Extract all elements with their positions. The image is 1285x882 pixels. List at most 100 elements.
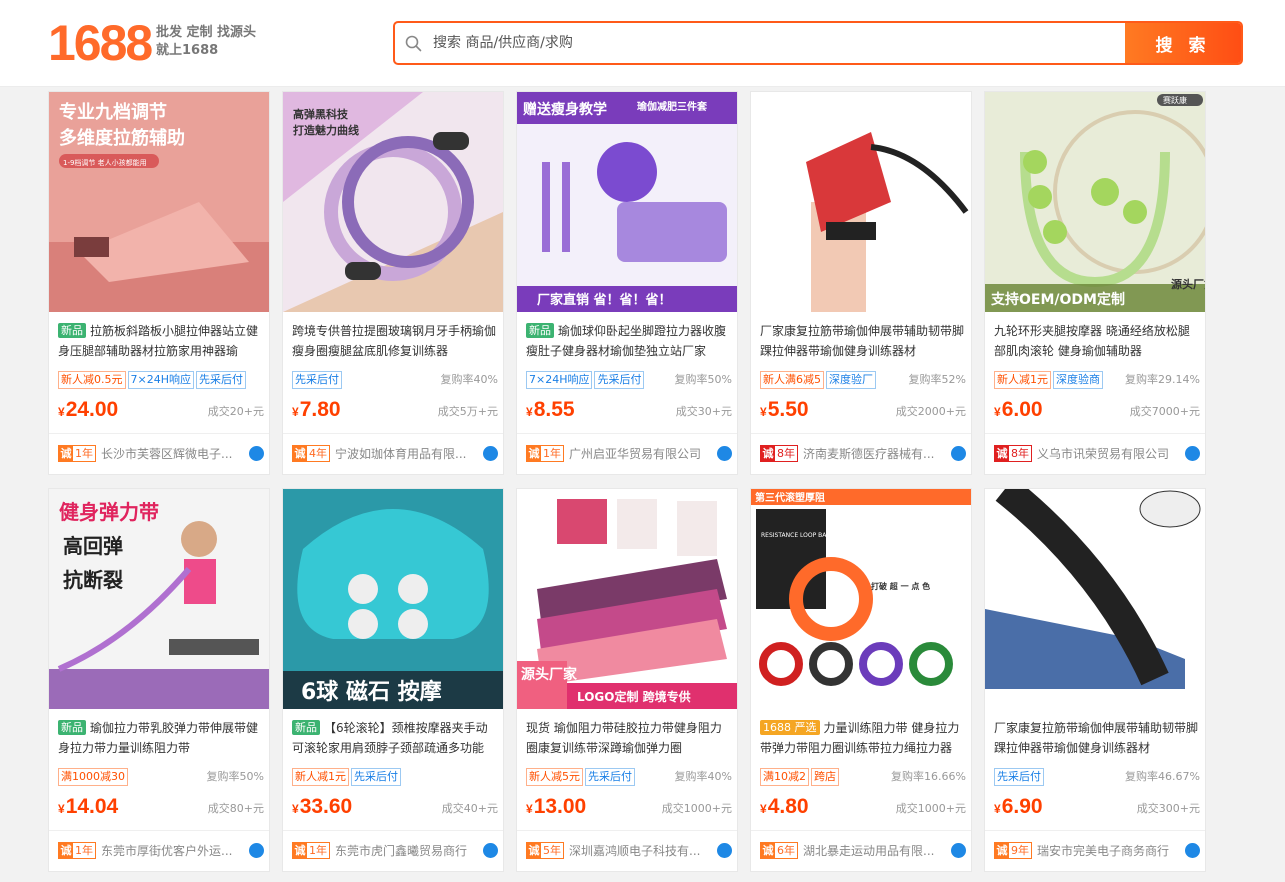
seller-name[interactable]: 瑞安市完美电子商务商行 [1037,842,1169,860]
price-row: ¥14.04 成交80+元 [58,794,264,820]
promo-tags: 新人减5元 先采后付 复购率40% [526,768,732,786]
chat-icon[interactable] [249,843,264,858]
seller-row[interactable]: 诚 8年 济南麦斯德医疗器械有... [760,445,966,463]
product-card-6[interactable]: 健身弹力带 高回弹 抗断裂 新品 瑜伽拉力带乳胶弹力带伸展带健身拉力带力量训练阻力带 … [48,488,270,872]
product-image[interactable]: 第三代滚塑厚阻 RESISTANCE LOOP BAND 打破 超 一 点 色 [751,489,971,709]
promo-tag: 满10减2 [760,768,809,786]
product-image[interactable]: 源头厂家 LOGO定制 跨境专供 [517,489,737,709]
promo-tag: 满1000减30 [58,768,128,786]
product-title[interactable]: 1688 严选 力量训练阻力带 健身拉力带弹力带阻力圈训练带拉力绳拉力器 [760,718,966,760]
repurchase-rate: 复购率16.66% [891,770,966,783]
seller-row[interactable]: 诚 1年 长沙市芙蓉区辉微电子... [58,445,264,463]
product-image[interactable]: 赠送瘦身教学 瑜伽减肥三件套 厂家直销 省！省！省！ [517,92,737,312]
sales-volume: 成交300+元 [1136,802,1200,815]
seller-name[interactable]: 深圳嘉鸿顺电子科技有... [569,842,700,860]
product-title[interactable]: 新品 【6轮滚轮】颈椎按摩器夹手动可滚轮家用肩颈脖子颈部疏通多功能 [292,718,498,760]
promo-tags: 满10减2 跨店 复购率16.66% [760,768,966,786]
seller-name[interactable]: 湖北暴走运动用品有限... [803,842,934,860]
logo[interactable]: 1688 [48,16,153,70]
product-card-3[interactable]: 赠送瘦身教学 瑜伽减肥三件套 厂家直销 省！省！省！ 新品 瑜伽球仰卧起坐脚蹬拉力器收… [516,91,738,475]
slogan-line1: 批发 定制 找源头 [156,25,257,40]
product-price: ¥7.80 [292,398,341,421]
seller-name[interactable]: 济南麦斯德医疗器械有... [803,445,934,463]
product-image[interactable] [985,489,1205,709]
divider [751,830,971,831]
product-title-text: 瑜伽拉力带乳胶弹力带伸展带健身拉力带力量训练阻力带 [58,721,259,755]
chat-icon[interactable] [717,446,732,461]
image-caption: 多维度拉筋辅助 [59,127,185,149]
sales-volume: 成交7000+元 [1129,405,1200,418]
product-card-2[interactable]: 高弹黑科技 打造魅力曲线 跨境专供普拉提圈玻璃钢月牙手柄瑜伽瘦身圈瘦腿盆底肌修复训… [282,91,504,475]
product-card-9[interactable]: 第三代滚塑厚阻 RESISTANCE LOOP BAND 打破 超 一 点 色 16… [750,488,972,872]
seller-row[interactable]: 诚 5年 深圳嘉鸿顺电子科技有... [526,842,732,860]
search-button[interactable]: 搜 索 [1125,23,1241,63]
seller-row[interactable]: 诚 1年 广州启亚华贸易有限公司 [526,445,732,463]
price-row: ¥33.60 成交40+元 [292,794,498,820]
repurchase-rate: 复购率52% [908,373,966,386]
chat-icon[interactable] [717,843,732,858]
seller-row[interactable]: 诚 6年 湖北暴走运动用品有限... [760,842,966,860]
seller-name[interactable]: 长沙市芙蓉区辉微电子... [101,445,232,463]
product-image[interactable]: 支持OEM/ODM定制 源头厂货 赛跃康 [985,92,1205,312]
chat-icon[interactable] [1185,446,1200,461]
image-caption: 高回弹 [63,534,123,558]
product-title-text: 【6轮滚轮】颈椎按摩器夹手动可滚轮家用肩颈脖子颈部疏通多功能 [292,721,488,755]
sales-volume: 成交20+元 [207,405,264,418]
promo-tag: 7×24H响应 [127,371,194,389]
image-caption: LOGO定制 跨境专供 [577,689,691,704]
ankle-strap-image [751,92,971,312]
chat-icon[interactable] [483,843,498,858]
product-title[interactable]: 厂家康复拉筋带瑜伽伸展带辅助韧带脚踝拉伸器带瑜伽健身训练器材 [760,321,966,363]
product-image[interactable] [751,92,971,312]
search-input[interactable] [433,23,1123,63]
seller-row[interactable]: 诚 1年 东莞市厚街优客户外运... [58,842,264,860]
promo-tags: 先采后付 复购率46.67% [994,768,1200,786]
repurchase-rate: 复购率29.14% [1125,373,1200,386]
promo-tags: 新人减1元 深度验商 复购率29.14% [994,371,1200,389]
product-title-text: 厂家康复拉筋带瑜伽伸展带辅助韧带脚踝拉伸器带瑜伽健身训练器材 [760,324,965,358]
seller-row[interactable]: 诚 4年 宁波如珈体育用品有限... [292,445,498,463]
promo-tags: 新人减1元 先采后付 [292,768,498,786]
product-price: ¥5.50 [760,398,809,421]
chat-icon[interactable] [1185,843,1200,858]
product-image[interactable]: 专业九档调节 多维度拉筋辅助 1-9档调节 老人小孩都能用 [49,92,269,312]
pilates-ring-image: 高弹黑科技打造魅力曲线 [283,92,503,312]
product-price: ¥24.00 [58,398,119,421]
product-card-4[interactable]: 厂家康复拉筋带瑜伽伸展带辅助韧带脚踝拉伸器带瑜伽健身训练器材 新人满6减5 深度验… [750,91,972,475]
repurchase-rate: 复购率40% [440,373,498,386]
product-title-text: 九轮环形夹腿按摩器 晓通经络放松腿部肌肉滚轮 健身瑜伽辅助器 [994,324,1190,358]
chat-icon[interactable] [951,843,966,858]
product-title[interactable]: 现货 瑜伽阻力带硅胶拉力带健身阻力圈康复训练带深蹲瑜伽弹力圈 [526,718,732,760]
product-badge: 1688 严选 [760,720,820,735]
product-title[interactable]: 九轮环形夹腿按摩器 晓通经络放松腿部肌肉滚轮 健身瑜伽辅助器 [994,321,1200,363]
product-title[interactable]: 厂家康复拉筋带瑜伽伸展带辅助韧带脚踝拉伸器带瑜伽健身训练器材 [994,718,1200,760]
seller-name[interactable]: 东莞市厚街优客户外运... [101,842,232,860]
seller-name[interactable]: 宁波如珈体育用品有限... [335,445,466,463]
divider [985,433,1205,434]
product-card-10[interactable]: 厂家康复拉筋带瑜伽伸展带辅助韧带脚踝拉伸器带瑜伽健身训练器材 先采后付 复购率4… [984,488,1206,872]
product-price: ¥13.00 [526,795,587,818]
product-image[interactable]: 健身弹力带 高回弹 抗断裂 [49,489,269,709]
seller-row[interactable]: 诚 1年 东莞市虎门鑫曦贸易商行 [292,842,498,860]
sales-volume: 成交40+元 [441,802,498,815]
product-image[interactable]: 高弹黑科技 打造魅力曲线 [283,92,503,312]
product-card-5[interactable]: 支持OEM/ODM定制 源头厂货 赛跃康 九轮环形夹腿按摩器 晓通经络放松腿部肌肉… [984,91,1206,475]
product-card-1[interactable]: 专业九档调节 多维度拉筋辅助 1-9档调节 老人小孩都能用 新品 拉筋板斜踏板小腿拉… [48,91,270,475]
product-card-8[interactable]: 源头厂家 LOGO定制 跨境专供 现货 瑜伽阻力带硅胶拉力带健身阻力圈康复训练带深… [516,488,738,872]
product-title[interactable]: 跨境专供普拉提圈玻璃钢月牙手柄瑜伽瘦身圈瘦腿盆底肌修复训练器 [292,321,498,363]
seller-name[interactable]: 义乌市讯荣贸易有限公司 [1037,445,1169,463]
product-title[interactable]: 新品 瑜伽球仰卧起坐脚蹬拉力器收腹瘦肚子健身器材瑜伽垫独立站厂家 [526,321,732,363]
chat-icon[interactable] [483,446,498,461]
seller-name[interactable]: 广州启亚华贸易有限公司 [569,445,701,463]
chat-icon[interactable] [951,446,966,461]
seller-row[interactable]: 诚 9年 瑞安市完美电子商务商行 [994,842,1200,860]
seller-row[interactable]: 诚 8年 义乌市讯荣贸易有限公司 [994,445,1200,463]
seller-name[interactable]: 东莞市虎门鑫曦贸易商行 [335,842,467,860]
sales-volume: 成交1000+元 [661,802,732,815]
product-image[interactable]: 6球 磁石 按摩 [283,489,503,709]
product-title[interactable]: 新品 瑜伽拉力带乳胶弹力带伸展带健身拉力带力量训练阻力带 [58,718,264,760]
chat-icon[interactable] [249,446,264,461]
promo-tag: 先采后付 [994,768,1044,786]
product-card-7[interactable]: 6球 磁石 按摩 新品 【6轮滚轮】颈椎按摩器夹手动可滚轮家用肩颈脖子颈部疏通多功… [282,488,504,872]
product-title[interactable]: 新品 拉筋板斜踏板小腿拉伸器站立健身压腿部辅助器材拉筋家用神器瑜 [58,321,264,363]
